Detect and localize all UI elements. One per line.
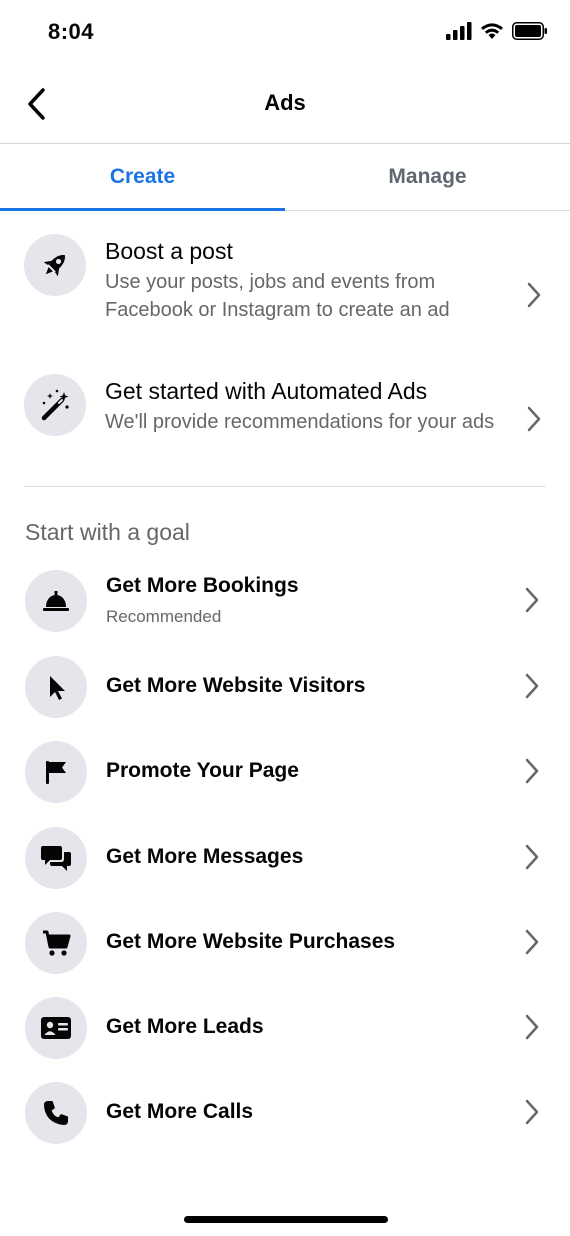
service-bell-icon [43, 591, 69, 611]
chat-bubbles-icon [41, 846, 71, 871]
chevron-right-icon [527, 282, 541, 308]
tab-create[interactable]: Create [0, 145, 285, 211]
status-icons [446, 22, 548, 40]
automated-ads-title: Get started with Automated Ads [105, 378, 428, 404]
navigation-bar: Ads [0, 66, 570, 144]
goal-title: Get More Website Purchases [106, 930, 396, 953]
goal-get-more-website-purchases[interactable]: Get More Website Purchases [0, 908, 570, 978]
recommended-label: Recommended [106, 607, 222, 626]
flag-icon-container [25, 741, 87, 803]
section-divider [24, 486, 546, 487]
page-title: Ads [264, 90, 306, 115]
chevron-right-icon [525, 673, 539, 699]
goal-get-more-bookings[interactable]: Get More Bookings Recommended [0, 566, 570, 636]
automated-ads-description: We'll provide recommendations for your a… [105, 411, 495, 433]
shopping-cart-icon [43, 930, 71, 956]
section-title: Start with a goal [25, 519, 190, 545]
contact-card-icon-container [25, 997, 87, 1059]
home-indicator[interactable] [184, 1216, 388, 1223]
cursor-icon [50, 676, 65, 700]
goal-get-more-messages[interactable]: Get More Messages [0, 823, 570, 893]
chevron-right-icon [525, 844, 539, 870]
tab-bar: Create Manage [0, 145, 570, 211]
chevron-right-icon [525, 758, 539, 784]
phone-icon-container [25, 1082, 87, 1144]
magic-wand-icon [41, 389, 69, 421]
chevron-right-icon [525, 929, 539, 955]
rocket-icon [43, 255, 65, 277]
boost-post-title: Boost a post [105, 238, 233, 264]
automated-ads-option[interactable]: Get started with Automated Ads We'll pro… [0, 366, 570, 466]
goal-title: Get More Messages [106, 845, 304, 868]
signal-icon [446, 22, 472, 40]
tab-manage[interactable]: Manage [285, 145, 570, 210]
chevron-right-icon [525, 1099, 539, 1125]
flag-icon [46, 761, 66, 784]
rocket-icon-container [24, 234, 86, 296]
magic-wand-icon-container [24, 374, 86, 436]
goal-title: Get More Leads [106, 1015, 264, 1038]
wifi-icon [481, 23, 503, 39]
goal-title: Get More Website Visitors [106, 674, 366, 697]
goal-title: Get More Bookings [106, 574, 299, 597]
cursor-icon-container [25, 656, 87, 718]
goal-promote-your-page[interactable]: Promote Your Page [0, 737, 570, 807]
shopping-cart-icon-container [25, 912, 87, 974]
status-time: 8:04 [48, 19, 95, 44]
chevron-right-icon [527, 406, 541, 432]
service-bell-icon-container [25, 570, 87, 632]
goal-get-more-website-visitors[interactable]: Get More Website Visitors [0, 652, 570, 722]
goal-get-more-calls[interactable]: Get More Calls [0, 1078, 570, 1148]
goal-title: Promote Your Page [106, 759, 299, 782]
chevron-right-icon [525, 1014, 539, 1040]
phone-icon [44, 1101, 68, 1125]
boost-post-description: Use your posts, jobs and events from Fac… [105, 271, 450, 321]
chevron-right-icon [525, 587, 539, 613]
goal-title: Get More Calls [106, 1100, 254, 1123]
contact-card-icon [41, 1017, 71, 1039]
boost-post-option[interactable]: Boost a post Use your posts, jobs and ev… [0, 226, 570, 356]
chat-bubbles-icon-container [25, 827, 87, 889]
goal-get-more-leads[interactable]: Get More Leads [0, 993, 570, 1063]
battery-icon [512, 22, 547, 40]
status-bar: 8:04 [0, 0, 570, 66]
